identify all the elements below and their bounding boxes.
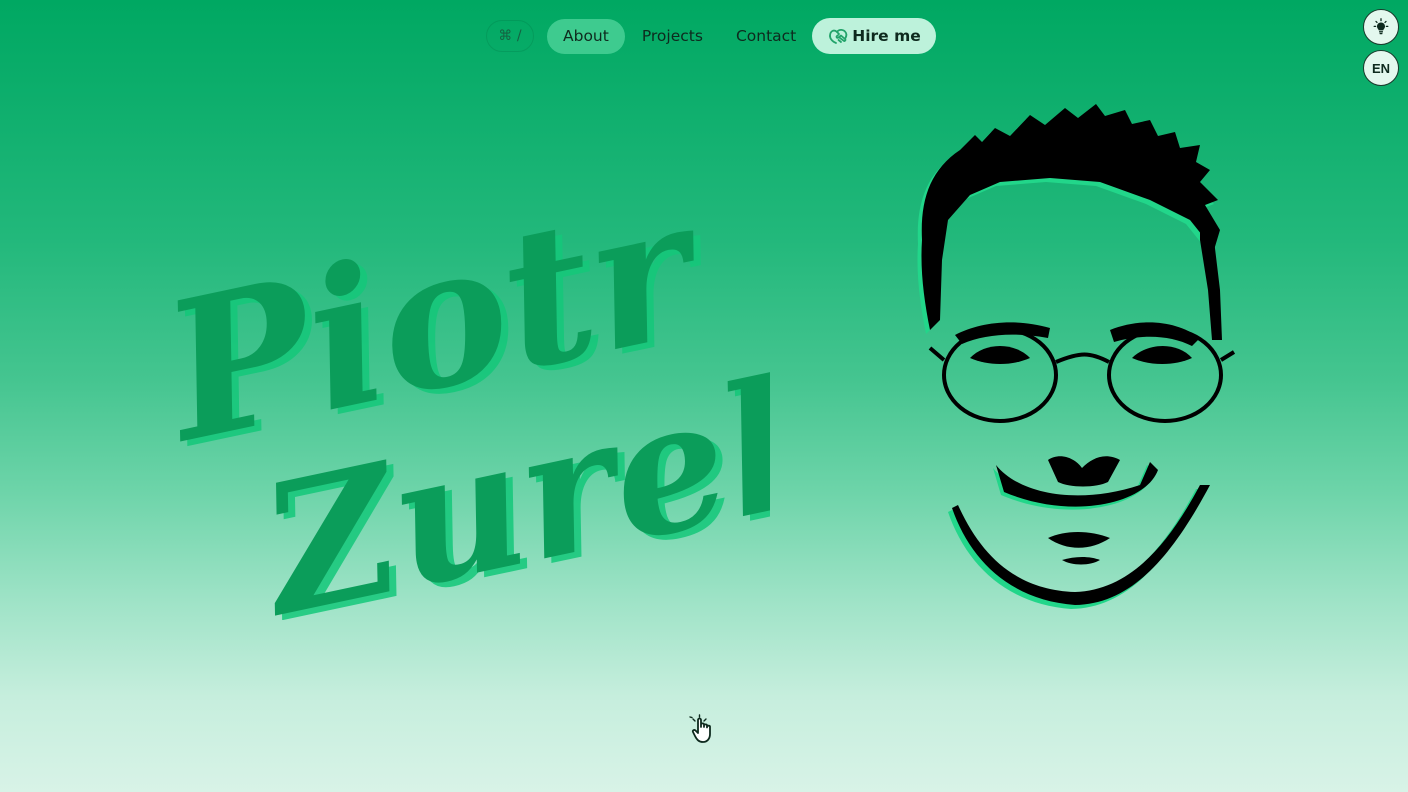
scroll-hint-button[interactable] [686,712,722,748]
hero-page: ⌘ / About Projects Contact Hire me EN Pi… [0,0,1408,792]
lightbulb-icon [1372,18,1390,36]
language-switch-button[interactable]: EN [1363,50,1399,86]
nav-about[interactable]: About [547,18,625,54]
language-label: EN [1371,60,1391,76]
hire-me-label: Hire me [852,27,921,45]
hero-name-wordmark: Piotr Piotr Zurek Zurek [150,154,770,620]
theme-toggle-button[interactable] [1363,9,1399,45]
handshake-icon [828,27,848,45]
main-nav: ⌘ / About Projects Contact Hire me [486,18,936,54]
pointing-hand-icon [686,712,722,748]
nav-projects[interactable]: Projects [626,19,719,54]
command-palette-shortcut[interactable]: ⌘ / [486,20,534,52]
nav-contact[interactable]: Contact [720,19,812,54]
face-portrait-illustration [917,104,1236,609]
hire-me-button[interactable]: Hire me [812,18,936,54]
